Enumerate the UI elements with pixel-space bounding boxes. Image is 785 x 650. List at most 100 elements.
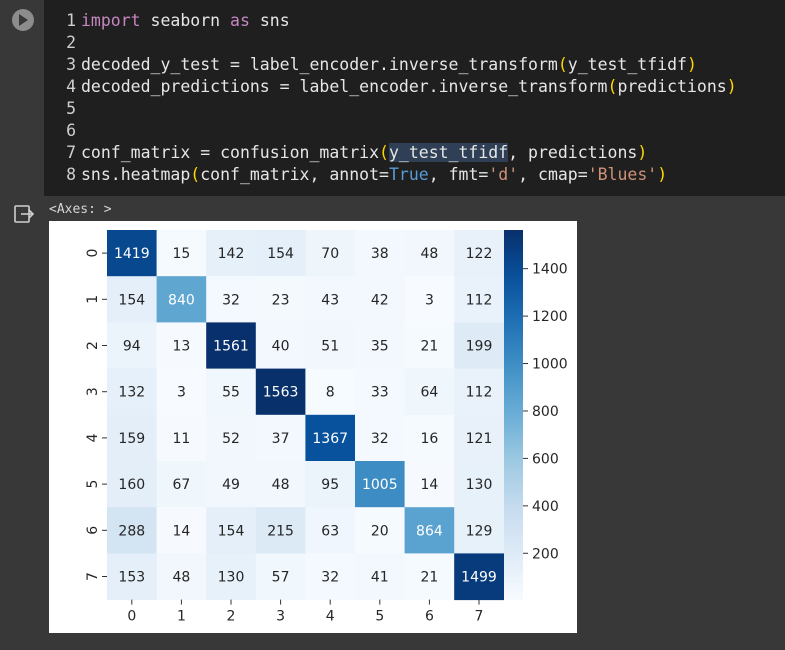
cell-value-label: 1563 bbox=[263, 385, 299, 401]
x-tick-label: 0 bbox=[127, 609, 136, 625]
code-text: import seaborn as sns bbox=[81, 11, 290, 30]
cell-value-label: 51 bbox=[321, 339, 339, 355]
cell-value-label: 1499 bbox=[461, 570, 497, 586]
colorbar bbox=[504, 230, 523, 600]
code-cell: 1 import seaborn as sns 2 3 decoded_y_test =… bbox=[0, 0, 785, 196]
cell-gutter bbox=[0, 0, 44, 196]
line-number: 1 bbox=[66, 11, 76, 30]
cell-value-label: 130 bbox=[218, 570, 245, 586]
cell-value-label: 48 bbox=[272, 477, 290, 493]
line-number: 4 bbox=[66, 77, 76, 96]
code-text: decoded_y_test = label_encoder.inverse_t… bbox=[81, 55, 697, 74]
cell-value-label: 1419 bbox=[114, 246, 150, 262]
cell-value-label: 21 bbox=[420, 570, 438, 586]
cell-value-label: 15 bbox=[172, 246, 190, 262]
cell-value-label: 129 bbox=[466, 523, 493, 539]
cell-value-label: 16 bbox=[420, 431, 438, 447]
cell-value-label: 122 bbox=[466, 246, 493, 262]
cell-value-label: 215 bbox=[267, 523, 294, 539]
play-icon bbox=[19, 14, 28, 26]
x-tick-label: 2 bbox=[227, 609, 236, 625]
output-toggle-icon[interactable] bbox=[13, 204, 35, 224]
colorbar-tick-label: 1000 bbox=[532, 357, 568, 373]
cell-value-label: 3 bbox=[177, 385, 186, 401]
cell-value-label: 864 bbox=[416, 523, 443, 539]
colorbar-tick-label: 1400 bbox=[532, 262, 568, 278]
y-tick-label: 4 bbox=[85, 433, 101, 442]
x-tick-label: 3 bbox=[276, 609, 285, 625]
cell-value-label: 52 bbox=[222, 431, 240, 447]
cell-value-label: 38 bbox=[371, 246, 389, 262]
cell-value-label: 42 bbox=[371, 292, 389, 308]
code-text: conf_matrix = confusion_matrix(y_test_tf… bbox=[81, 143, 648, 162]
line-number: 2 bbox=[66, 33, 76, 52]
cell-value-label: 14 bbox=[172, 523, 190, 539]
cell-value-label: 32 bbox=[222, 292, 240, 308]
code-text: sns.heatmap(conf_matrix, annot=True, fmt… bbox=[81, 165, 668, 184]
line-number: 3 bbox=[66, 55, 76, 74]
cell-value-label: 159 bbox=[118, 431, 145, 447]
cell-value-label: 70 bbox=[321, 246, 339, 262]
cell-value-label: 112 bbox=[466, 385, 493, 401]
cell-value-label: 95 bbox=[321, 477, 339, 493]
cell-value-label: 153 bbox=[118, 570, 145, 586]
cell-value-label: 840 bbox=[168, 292, 195, 308]
cell-value-label: 121 bbox=[466, 431, 493, 447]
x-tick-label: 5 bbox=[375, 609, 384, 625]
cell-value-label: 41 bbox=[371, 570, 389, 586]
cell-value-label: 288 bbox=[118, 523, 145, 539]
cell-value-label: 199 bbox=[466, 339, 493, 355]
cell-value-label: 14 bbox=[420, 477, 438, 493]
cell-value-label: 154 bbox=[267, 246, 294, 262]
cell-value-label: 160 bbox=[118, 477, 145, 493]
cell-value-label: 130 bbox=[466, 477, 493, 493]
cell-value-label: 57 bbox=[272, 570, 290, 586]
axes-repr-text: <Axes: > bbox=[49, 202, 112, 217]
cell-value-label: 33 bbox=[371, 385, 389, 401]
x-tick-label: 6 bbox=[425, 609, 434, 625]
line-number: 8 bbox=[66, 165, 76, 184]
cell-value-label: 48 bbox=[172, 570, 190, 586]
cell-value-label: 48 bbox=[420, 246, 438, 262]
cell-value-label: 63 bbox=[321, 523, 339, 539]
cell-value-label: 64 bbox=[420, 385, 438, 401]
heatmap-figure: 1419 15 142 154 70 38 48 122 154 840 32 23 43 42 3 112 9… bbox=[49, 221, 577, 633]
code-editor[interactable]: 1 import seaborn as sns 2 3 decoded_y_test =… bbox=[44, 0, 785, 196]
colorbar-tick-label: 400 bbox=[532, 499, 559, 515]
y-tick-label: 3 bbox=[85, 387, 101, 396]
cell-value-label: 1367 bbox=[312, 431, 348, 447]
cell-value-label: 67 bbox=[172, 477, 190, 493]
x-tick-label: 7 bbox=[475, 609, 484, 625]
y-tick-label: 0 bbox=[85, 249, 101, 258]
cell-value-label: 32 bbox=[321, 570, 339, 586]
cell-value-label: 142 bbox=[218, 246, 245, 262]
line-number: 7 bbox=[66, 143, 76, 162]
cell-value-label: 94 bbox=[123, 339, 141, 355]
cell-value-label: 55 bbox=[222, 385, 240, 401]
colorbar-tick-label: 800 bbox=[532, 404, 559, 420]
cell-value-label: 49 bbox=[222, 477, 240, 493]
cell-value-label: 8 bbox=[326, 385, 335, 401]
cell-value-label: 32 bbox=[371, 431, 389, 447]
y-tick-label: 6 bbox=[85, 526, 101, 535]
cell-value-label: 154 bbox=[118, 292, 145, 308]
run-cell-button[interactable] bbox=[12, 9, 34, 31]
colorbar-tick-label: 1200 bbox=[532, 309, 568, 325]
line-number: 5 bbox=[66, 99, 76, 118]
cell-value-label: 37 bbox=[272, 431, 290, 447]
y-tick-label: 1 bbox=[85, 295, 101, 304]
x-tick-label: 4 bbox=[326, 609, 335, 625]
cell-value-label: 21 bbox=[420, 339, 438, 355]
colorbar-tick-label: 600 bbox=[532, 451, 559, 467]
cell-value-label: 43 bbox=[321, 292, 339, 308]
cell-value-label: 11 bbox=[172, 431, 190, 447]
code-text: decoded_predictions = label_encoder.inve… bbox=[81, 77, 737, 96]
confusion-matrix-heatmap: 1419 15 142 154 70 38 48 122154 840 32 23 43 42 3 1129… bbox=[85, 230, 568, 625]
cell-value-label: 35 bbox=[371, 339, 389, 355]
cell-value-label: 1561 bbox=[213, 339, 249, 355]
cell-value-label: 20 bbox=[371, 523, 389, 539]
line-number: 6 bbox=[66, 121, 76, 140]
cell-value-label: 154 bbox=[218, 523, 245, 539]
cell-value-label: 23 bbox=[272, 292, 290, 308]
cell-value-label: 40 bbox=[272, 339, 290, 355]
